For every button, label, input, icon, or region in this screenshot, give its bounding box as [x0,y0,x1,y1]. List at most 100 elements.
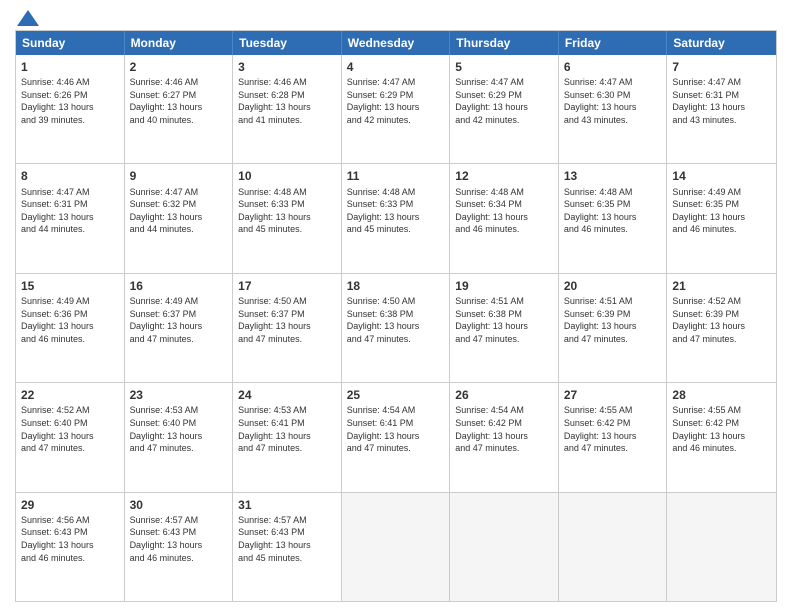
day-info: Sunrise: 4:47 AMSunset: 6:31 PMDaylight:… [672,76,771,126]
day-info: Sunrise: 4:52 AMSunset: 6:40 PMDaylight:… [21,404,119,454]
week-row-2: 8Sunrise: 4:47 AMSunset: 6:31 PMDaylight… [16,163,776,272]
week-row-5: 29Sunrise: 4:56 AMSunset: 6:43 PMDayligh… [16,492,776,601]
day-number: 11 [347,168,445,184]
day-info: Sunrise: 4:51 AMSunset: 6:38 PMDaylight:… [455,295,553,345]
empty-cell-4-4 [450,493,559,601]
day-info: Sunrise: 4:49 AMSunset: 6:35 PMDaylight:… [672,186,771,236]
day-cell-1: 1Sunrise: 4:46 AMSunset: 6:26 PMDaylight… [16,55,125,163]
calendar-header: SundayMondayTuesdayWednesdayThursdayFrid… [16,31,776,55]
day-cell-19: 19Sunrise: 4:51 AMSunset: 6:38 PMDayligh… [450,274,559,382]
header-day-monday: Monday [125,31,234,55]
day-cell-20: 20Sunrise: 4:51 AMSunset: 6:39 PMDayligh… [559,274,668,382]
day-number: 1 [21,59,119,75]
day-number: 29 [21,497,119,513]
day-info: Sunrise: 4:46 AMSunset: 6:28 PMDaylight:… [238,76,336,126]
day-number: 20 [564,278,662,294]
day-info: Sunrise: 4:55 AMSunset: 6:42 PMDaylight:… [672,404,771,454]
day-cell-31: 31Sunrise: 4:57 AMSunset: 6:43 PMDayligh… [233,493,342,601]
day-cell-4: 4Sunrise: 4:47 AMSunset: 6:29 PMDaylight… [342,55,451,163]
day-info: Sunrise: 4:48 AMSunset: 6:33 PMDaylight:… [347,186,445,236]
day-number: 21 [672,278,771,294]
day-info: Sunrise: 4:48 AMSunset: 6:34 PMDaylight:… [455,186,553,236]
day-info: Sunrise: 4:47 AMSunset: 6:32 PMDaylight:… [130,186,228,236]
day-info: Sunrise: 4:49 AMSunset: 6:36 PMDaylight:… [21,295,119,345]
day-number: 13 [564,168,662,184]
day-info: Sunrise: 4:54 AMSunset: 6:41 PMDaylight:… [347,404,445,454]
day-number: 16 [130,278,228,294]
day-number: 3 [238,59,336,75]
day-number: 30 [130,497,228,513]
header-day-sunday: Sunday [16,31,125,55]
header-day-tuesday: Tuesday [233,31,342,55]
day-number: 27 [564,387,662,403]
day-cell-6: 6Sunrise: 4:47 AMSunset: 6:30 PMDaylight… [559,55,668,163]
day-info: Sunrise: 4:48 AMSunset: 6:33 PMDaylight:… [238,186,336,236]
day-cell-30: 30Sunrise: 4:57 AMSunset: 6:43 PMDayligh… [125,493,234,601]
day-info: Sunrise: 4:52 AMSunset: 6:39 PMDaylight:… [672,295,771,345]
day-cell-21: 21Sunrise: 4:52 AMSunset: 6:39 PMDayligh… [667,274,776,382]
day-cell-23: 23Sunrise: 4:53 AMSunset: 6:40 PMDayligh… [125,383,234,491]
empty-cell-4-6 [667,493,776,601]
day-info: Sunrise: 4:47 AMSunset: 6:29 PMDaylight:… [455,76,553,126]
day-info: Sunrise: 4:47 AMSunset: 6:30 PMDaylight:… [564,76,662,126]
calendar-body: 1Sunrise: 4:46 AMSunset: 6:26 PMDaylight… [16,55,776,601]
day-info: Sunrise: 4:50 AMSunset: 6:38 PMDaylight:… [347,295,445,345]
day-cell-10: 10Sunrise: 4:48 AMSunset: 6:33 PMDayligh… [233,164,342,272]
day-info: Sunrise: 4:47 AMSunset: 6:29 PMDaylight:… [347,76,445,126]
day-number: 18 [347,278,445,294]
day-info: Sunrise: 4:53 AMSunset: 6:41 PMDaylight:… [238,404,336,454]
day-number: 22 [21,387,119,403]
day-cell-5: 5Sunrise: 4:47 AMSunset: 6:29 PMDaylight… [450,55,559,163]
day-number: 7 [672,59,771,75]
day-number: 26 [455,387,553,403]
day-number: 24 [238,387,336,403]
day-number: 14 [672,168,771,184]
day-info: Sunrise: 4:47 AMSunset: 6:31 PMDaylight:… [21,186,119,236]
day-info: Sunrise: 4:51 AMSunset: 6:39 PMDaylight:… [564,295,662,345]
day-cell-13: 13 Sunrise: 4:48 AMSunset: 6:35 PMDayligh… [559,164,668,272]
day-number: 31 [238,497,336,513]
header-day-friday: Friday [559,31,668,55]
day-info: Sunrise: 4:55 AMSunset: 6:42 PMDaylight:… [564,404,662,454]
header-day-saturday: Saturday [667,31,776,55]
day-info: Sunrise: 4:57 AMSunset: 6:43 PMDaylight:… [238,514,336,564]
week-row-1: 1Sunrise: 4:46 AMSunset: 6:26 PMDaylight… [16,55,776,163]
day-info: Sunrise: 4:57 AMSunset: 6:43 PMDaylight:… [130,514,228,564]
logo [15,10,39,22]
day-cell-25: 25Sunrise: 4:54 AMSunset: 6:41 PMDayligh… [342,383,451,491]
day-cell-8: 8Sunrise: 4:47 AMSunset: 6:31 PMDaylight… [16,164,125,272]
day-info: Sunrise: 4:56 AMSunset: 6:43 PMDaylight:… [21,514,119,564]
day-info: Sunrise: 4:50 AMSunset: 6:37 PMDaylight:… [238,295,336,345]
empty-cell-4-5 [559,493,668,601]
page: SundayMondayTuesdayWednesdayThursdayFrid… [0,0,792,612]
day-cell-7: 7Sunrise: 4:47 AMSunset: 6:31 PMDaylight… [667,55,776,163]
day-info: Sunrise: 4:48 AMSunset: 6:35 PMDaylight:… [564,186,662,236]
day-cell-27: 27Sunrise: 4:55 AMSunset: 6:42 PMDayligh… [559,383,668,491]
day-info: Sunrise: 4:54 AMSunset: 6:42 PMDaylight:… [455,404,553,454]
day-number: 25 [347,387,445,403]
header-day-wednesday: Wednesday [342,31,451,55]
day-cell-24: 24Sunrise: 4:53 AMSunset: 6:41 PMDayligh… [233,383,342,491]
day-info: Sunrise: 4:46 AMSunset: 6:26 PMDaylight:… [21,76,119,126]
day-number: 5 [455,59,553,75]
week-row-3: 15Sunrise: 4:49 AMSunset: 6:36 PMDayligh… [16,273,776,382]
day-number: 2 [130,59,228,75]
day-number: 28 [672,387,771,403]
day-number: 4 [347,59,445,75]
day-number: 23 [130,387,228,403]
day-info: Sunrise: 4:49 AMSunset: 6:37 PMDaylight:… [130,295,228,345]
day-cell-15: 15Sunrise: 4:49 AMSunset: 6:36 PMDayligh… [16,274,125,382]
calendar: SundayMondayTuesdayWednesdayThursdayFrid… [15,30,777,602]
day-number: 12 [455,168,553,184]
day-cell-28: 28Sunrise: 4:55 AMSunset: 6:42 PMDayligh… [667,383,776,491]
day-number: 9 [130,168,228,184]
day-cell-29: 29Sunrise: 4:56 AMSunset: 6:43 PMDayligh… [16,493,125,601]
day-cell-12: 12 Sunrise: 4:48 AMSunset: 6:34 PMDayligh… [450,164,559,272]
day-cell-18: 18Sunrise: 4:50 AMSunset: 6:38 PMDayligh… [342,274,451,382]
day-cell-16: 16Sunrise: 4:49 AMSunset: 6:37 PMDayligh… [125,274,234,382]
day-number: 6 [564,59,662,75]
day-number: 19 [455,278,553,294]
day-number: 17 [238,278,336,294]
day-cell-3: 3Sunrise: 4:46 AMSunset: 6:28 PMDaylight… [233,55,342,163]
day-cell-9: 9 Sunrise: 4:47 AMSunset: 6:32 PMDaylight… [125,164,234,272]
